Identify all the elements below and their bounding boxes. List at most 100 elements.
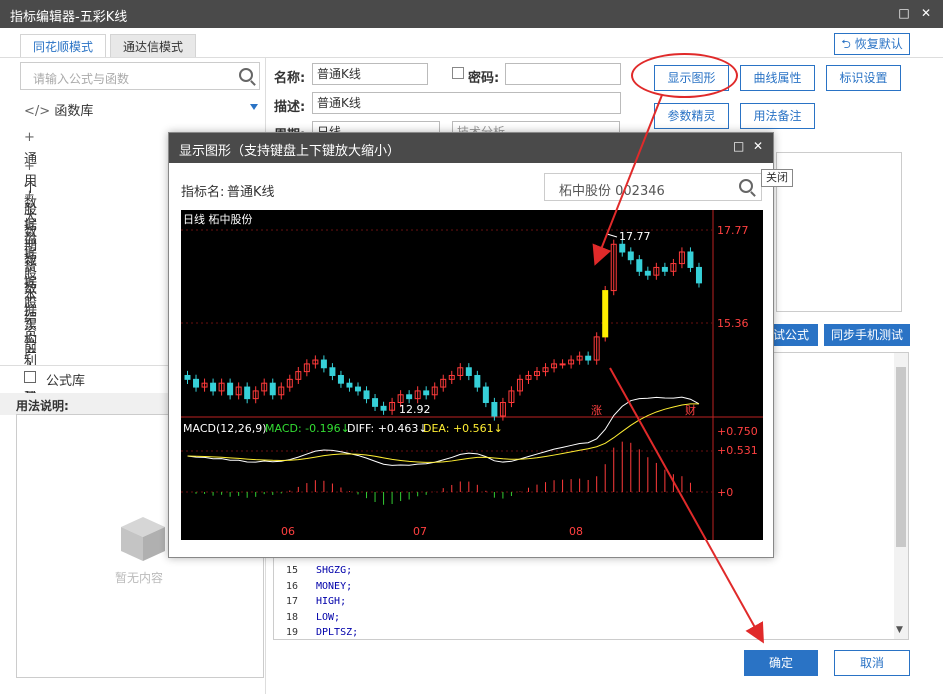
close-icon[interactable]: ✕ <box>918 5 934 21</box>
search-input[interactable]: 请输入公式与函数 <box>20 62 260 90</box>
ok-button[interactable]: 确定 <box>744 650 818 676</box>
chart-title: 日线 柘中股份 <box>183 212 253 226</box>
candle <box>406 394 413 400</box>
sync-mobile-button[interactable]: 同步手机测试 <box>824 324 910 346</box>
code-icon: </> <box>24 104 51 119</box>
candle <box>210 382 217 392</box>
plus-icon: + <box>24 216 35 232</box>
close-tooltip: 关闭 <box>761 169 793 187</box>
candle <box>474 374 481 388</box>
candle <box>636 259 643 272</box>
plus-icon: + <box>24 245 35 261</box>
tree-item[interactable]: +通用数据 <box>24 127 40 233</box>
plus-icon: + <box>24 331 35 347</box>
candle <box>491 401 498 417</box>
candle <box>380 405 387 411</box>
line-number: 15 <box>286 565 299 576</box>
code-line: 15 SHGZG; <box>286 563 358 579</box>
scroll-down-icon[interactable]: ▼ <box>896 625 903 635</box>
macd-tick: +0 <box>717 486 733 499</box>
dialog-title-bar: 显示图形（支持键盘上下键放大缩小） □ ✕ <box>169 133 773 163</box>
curve-attr-button[interactable]: 曲线属性 <box>740 65 815 91</box>
restore-default-button[interactable]: ⮌ 恢复默认 <box>834 33 910 55</box>
code-text: DPLTSZ; <box>316 627 359 638</box>
scrollbar[interactable]: ▼ <box>894 353 908 639</box>
price-tick: 17.77 <box>717 224 749 237</box>
candle <box>346 382 353 388</box>
code-line: 17 HIGH; <box>286 594 358 610</box>
cancel-button[interactable]: 取消 <box>834 650 910 676</box>
name-field[interactable]: 普通K线 <box>312 63 428 85</box>
candle <box>644 270 651 276</box>
candle <box>337 374 344 384</box>
name-label: 名称: <box>274 71 306 86</box>
restore-icon[interactable]: □ <box>896 5 912 21</box>
close-icon[interactable]: ✕ <box>753 139 763 153</box>
chevron-down-icon[interactable] <box>250 104 258 110</box>
month-label: 07 <box>413 525 427 538</box>
tree-item[interactable]: +期货数据 <box>24 213 40 319</box>
desc-label: 描述: <box>274 100 306 115</box>
macd-title: MACD(12,26,9) <box>183 422 267 435</box>
candle <box>661 266 668 272</box>
search-icon[interactable] <box>739 179 753 193</box>
tree-item[interactable]: +股东前十名 <box>24 271 40 399</box>
mark-setting-button[interactable]: 标识设置 <box>826 65 901 91</box>
indicator-label: 指标名: <box>181 185 225 200</box>
candle <box>372 398 379 407</box>
list-icon <box>24 371 36 383</box>
macd-tick: +0.750 <box>717 425 758 438</box>
password-checkbox[interactable] <box>452 67 464 79</box>
plus-icon: + <box>24 158 35 174</box>
line-number: 19 <box>286 627 299 638</box>
divider <box>0 57 943 58</box>
code-lines: 15 SHGZG; 16 MONEY; 17 HIGH; 18 LOW; 19 DPLTSZ; <box>286 563 358 641</box>
candle <box>619 243 626 253</box>
password-field[interactable] <box>505 63 621 85</box>
plus-icon: + <box>24 187 35 203</box>
annotation-label: 涨 <box>591 404 602 417</box>
search-icon[interactable] <box>239 68 253 82</box>
line-number: 16 <box>286 580 299 592</box>
tree-item[interactable]: +大盘数据 <box>24 185 40 291</box>
tab-tdx-mode[interactable]: 通达信模式 <box>110 34 197 58</box>
candle <box>329 367 336 376</box>
highlight-ellipse <box>631 53 738 98</box>
candle <box>320 359 327 369</box>
candle <box>482 386 489 403</box>
code-line: 19 DPLTSZ; <box>286 625 358 641</box>
candle <box>465 367 472 376</box>
restore-icon[interactable]: □ <box>733 139 744 153</box>
code-text: LOW; <box>316 611 341 623</box>
param-wizard-button[interactable]: 参数精灵 <box>654 103 729 129</box>
tree-item[interactable]: +个股数据 <box>24 156 40 262</box>
annotation-high: 17.77 <box>619 230 651 243</box>
tree-item[interactable]: +利润表 <box>24 329 40 413</box>
candle <box>184 374 191 380</box>
desc-field[interactable]: 普通K线 <box>312 92 621 114</box>
tree-item[interactable]: +资产负债表 <box>24 300 40 428</box>
line-number: 18 <box>286 611 299 623</box>
macd-tick: +0.531 <box>717 444 758 457</box>
candle <box>559 363 566 366</box>
empty-box-icon <box>121 517 165 561</box>
candle <box>627 251 634 261</box>
tree-item[interactable]: +股本结构 <box>24 242 40 348</box>
code-line: 16 MONEY; <box>286 579 358 595</box>
func-lib-header[interactable]: </> 函数库 <box>24 100 93 119</box>
price-tick: 15.36 <box>717 317 749 330</box>
password-label: 密码: <box>468 71 500 86</box>
usage-note-button[interactable]: 用法备注 <box>740 103 815 129</box>
indicator-value: 普通K线 <box>227 185 275 200</box>
scrollbar-thumb[interactable] <box>896 367 906 547</box>
month-label: 06 <box>281 525 295 538</box>
candle <box>193 378 200 388</box>
candle <box>363 390 370 400</box>
code-line: 18 LOW; <box>286 610 358 626</box>
kline-chart[interactable]: 日线 柘中股份 17.77 15.36 17.77 12.92 涨 财 MACD(12,26,… <box>181 210 763 540</box>
tab-ths-mode[interactable]: 同花顺模式 <box>20 34 107 58</box>
window-title: 指标编辑器-五彩K线 <box>10 10 128 25</box>
stock-search-input[interactable]: 柘中股份 002346 <box>544 173 762 201</box>
candle <box>354 386 361 392</box>
candle <box>695 266 702 284</box>
